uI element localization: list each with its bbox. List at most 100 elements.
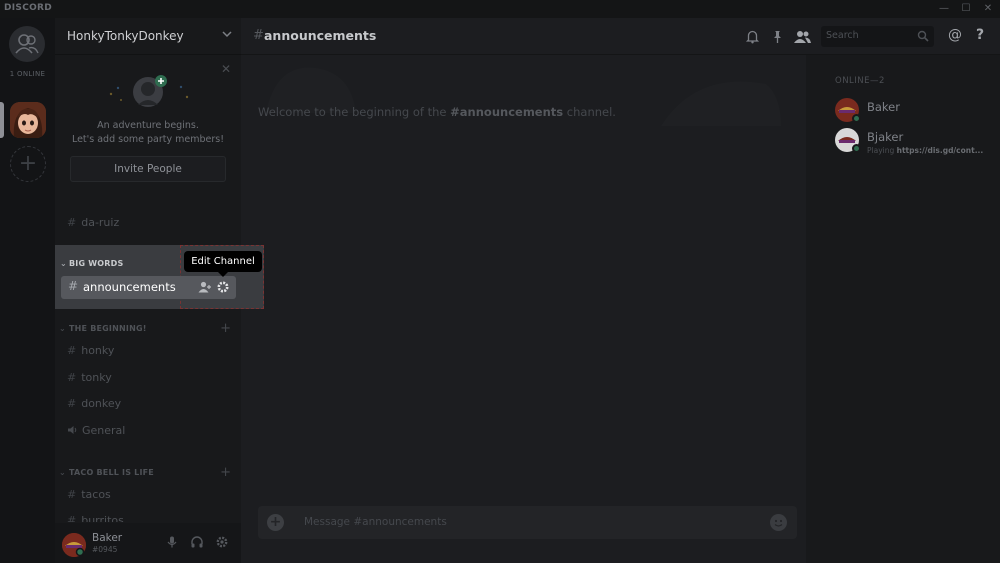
member-bjaker[interactable]: Bjaker Playing https://dis.gd/cont... (835, 128, 995, 158)
welcome-message: Welcome to the beginning of the #announc… (258, 105, 616, 119)
emoji-picker-icon[interactable] (770, 514, 787, 531)
headphones-icon[interactable] (190, 535, 204, 549)
user-panel: Baker #0945 (55, 523, 241, 563)
member-baker[interactable]: Baker (835, 98, 995, 128)
active-guild-indicator (0, 102, 4, 138)
add-server-button[interactable]: + (10, 146, 46, 182)
hash-icon: # (67, 216, 77, 229)
search-icon (917, 30, 929, 42)
pin-icon[interactable] (770, 29, 785, 44)
online-status-dot (852, 114, 861, 123)
channel-header: # announcements Search @ ? (241, 18, 1000, 55)
welcome-prefix: Welcome to the beginning of the (258, 105, 451, 119)
mentions-icon[interactable]: @ (948, 27, 962, 43)
invite-message: An adventure begins. Let's add some part… (55, 119, 241, 147)
activity-game: https://dis.gd/cont... (896, 146, 984, 155)
dismiss-invite-button[interactable]: ✕ (221, 62, 231, 76)
message-placeholder: Message #announcements (304, 516, 447, 528)
channel-label: tacos (81, 488, 111, 501)
invite-card: ✕ An adventure begins. Let's add some pa… (55, 62, 241, 198)
channel-donkey[interactable]: # donkey (67, 395, 121, 413)
channel-announcements[interactable]: # announcements (61, 276, 236, 299)
caret-down-icon: ⌄ (59, 468, 66, 477)
channel-label: General (82, 424, 126, 437)
member-list: ONLINE—2 Baker Bjaker Playing https://di… (806, 55, 1000, 563)
sparkles-icon (109, 85, 189, 101)
friends-home-button[interactable] (9, 26, 45, 62)
hash-icon: # (67, 344, 77, 357)
invite-line-2: Let's add some party members! (71, 134, 225, 145)
discord-window: DISCORD — ☐ ✕ 1 ONLINE + HonkyTonkyDonke… (0, 0, 1000, 563)
welcome-channel: #announcements (450, 105, 564, 119)
category-label: TACO BELL IS LIFE (69, 468, 154, 477)
server-avatar-icon (10, 102, 46, 138)
user-settings-gear-icon[interactable] (215, 535, 229, 549)
edit-channel-tooltip: Edit Channel (184, 251, 262, 277)
hash-icon: # (67, 514, 77, 522)
channel-honky[interactable]: # honky (67, 342, 114, 360)
voice-channel-general[interactable]: General (67, 422, 125, 440)
member-name: Baker (867, 100, 900, 114)
channel-tacos[interactable]: # tacos (67, 486, 111, 504)
invite-line-1: An adventure begins. (97, 120, 199, 131)
user-name: Baker (92, 532, 123, 544)
user-discriminator: #0945 (92, 545, 118, 554)
category-the-beginning[interactable]: ⌄ THE BEGINNING! (59, 322, 245, 336)
guild-list: 1 ONLINE + (0, 18, 55, 563)
channel-label: announcements (83, 280, 176, 294)
taco-bell-logo-icon (62, 533, 86, 557)
activity-prefix: Playing (867, 146, 897, 155)
friends-icon (15, 34, 39, 54)
chat-area (241, 18, 806, 563)
online-count-label: 1 ONLINE (9, 70, 46, 78)
category-label: BIG WORDS (69, 259, 124, 268)
microphone-icon[interactable] (165, 535, 179, 549)
speaker-icon (68, 426, 77, 434)
minimize-button[interactable]: — (936, 1, 952, 17)
add-channel-plus-icon[interactable]: + (220, 466, 231, 480)
search-input[interactable]: Search (821, 26, 934, 47)
user-avatar[interactable] (62, 533, 86, 557)
chat-background-decoration-icon (661, 81, 781, 126)
member-name: Bjaker (867, 130, 904, 144)
chevron-down-icon (221, 28, 233, 43)
category-label: THE BEGINNING! (69, 324, 147, 333)
caret-down-icon: ⌄ (60, 259, 67, 268)
upload-plus-icon[interactable]: + (267, 514, 284, 531)
category-big-words[interactable]: ⌄ BIG WORDS (60, 259, 123, 268)
server-header[interactable]: HonkyTonkyDonkey (55, 18, 241, 55)
channel-label: honky (81, 344, 115, 357)
channel-da-ruiz[interactable]: # da-ruiz (67, 214, 119, 232)
title-bar: DISCORD — ☐ ✕ (0, 0, 1000, 18)
notification-bell-icon[interactable] (745, 29, 760, 44)
channel-label: tonky (81, 371, 112, 384)
help-icon[interactable]: ? (976, 27, 984, 43)
caret-down-icon: ⌄ (59, 324, 66, 333)
category-taco-bell-is-life[interactable]: ⌄ TACO BELL IS LIFE (59, 466, 245, 480)
edit-channel-gear-icon[interactable] (216, 280, 230, 294)
member-activity: Playing https://dis.gd/cont... (867, 146, 983, 155)
hash-icon: # (67, 397, 77, 410)
channel-label: donkey (81, 397, 122, 410)
online-status-dot (852, 144, 861, 153)
channel-label: da-ruiz (81, 216, 120, 229)
channel-burritos[interactable]: # burritos (67, 512, 124, 522)
channel-title: announcements (264, 28, 377, 43)
add-channel-plus-icon[interactable]: + (220, 322, 231, 336)
channel-tonky[interactable]: # tonky (67, 369, 112, 387)
online-members-header: ONLINE—2 (835, 76, 885, 86)
invite-people-button[interactable]: Invite People (70, 156, 226, 182)
message-input[interactable]: + Message #announcements (258, 506, 797, 539)
server-name: HonkyTonkyDonkey (67, 29, 184, 43)
app-brand: DISCORD (4, 3, 53, 13)
hash-icon: # (68, 279, 79, 293)
hash-icon: # (253, 28, 264, 43)
maximize-button[interactable]: ☐ (958, 1, 974, 17)
close-window-button[interactable]: ✕ (980, 1, 996, 17)
guild-icon-honkytonkydonkey[interactable] (10, 102, 46, 138)
hash-icon: # (67, 488, 77, 501)
member-list-icon[interactable] (793, 29, 811, 44)
channel-label: burritos (81, 514, 124, 522)
create-invite-icon[interactable] (198, 280, 212, 294)
search-placeholder: Search (826, 30, 859, 41)
